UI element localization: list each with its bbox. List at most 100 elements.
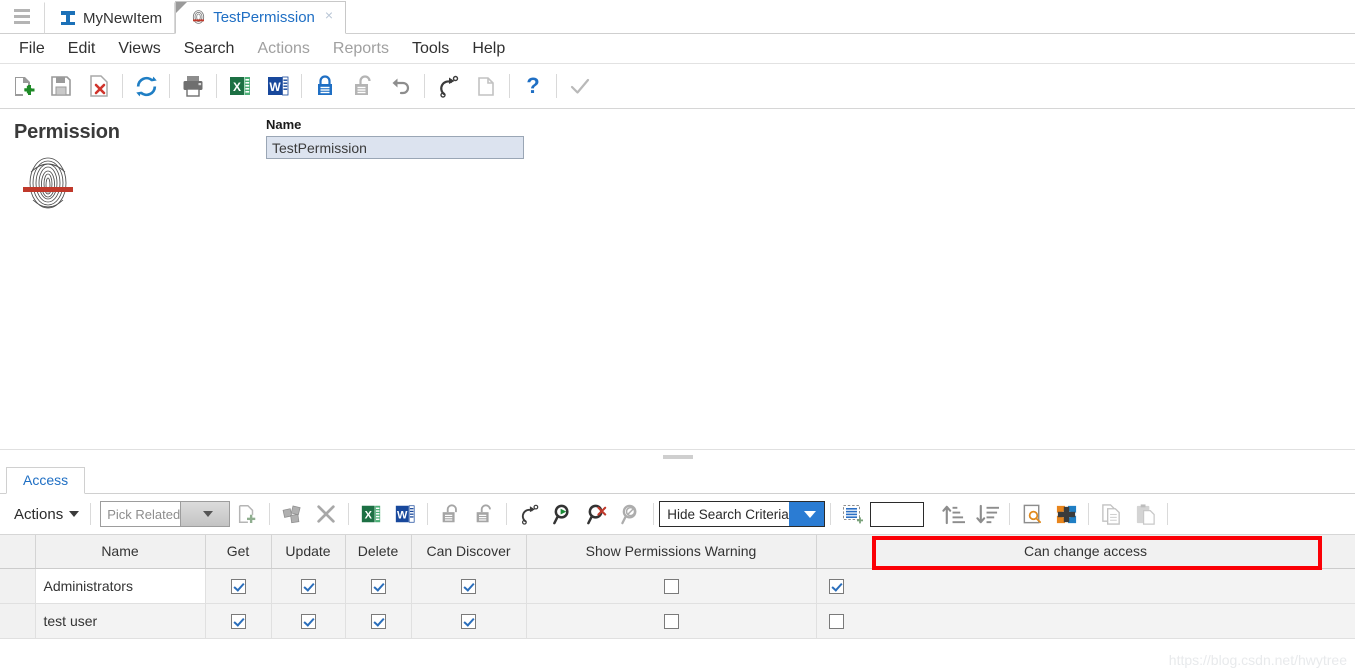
menu-item-views[interactable]: Views: [107, 37, 171, 61]
redo-icon[interactable]: [429, 67, 467, 105]
chevron-down-icon[interactable]: [788, 502, 825, 526]
pivot-grid-icon[interactable]: [1049, 497, 1083, 531]
cell-get[interactable]: [205, 568, 272, 604]
actions-dropdown-button[interactable]: Actions: [8, 504, 85, 525]
checkbox-get[interactable]: [230, 613, 246, 629]
copy-page-icon[interactable]: [467, 67, 505, 105]
hamburger-bar: [14, 9, 30, 12]
insert-rows-icon[interactable]: [836, 497, 870, 531]
menu-item-file[interactable]: File: [8, 37, 56, 61]
checkbox-show-permissions-warning[interactable]: [663, 578, 679, 594]
cell-delete[interactable]: [345, 568, 412, 604]
close-icon[interactable]: ×: [325, 8, 333, 22]
tab-access[interactable]: Access: [6, 467, 86, 494]
paste-icon[interactable]: [1128, 497, 1162, 531]
checkbox-get[interactable]: [230, 578, 246, 594]
table-row[interactable]: test user: [0, 603, 1355, 639]
hamburger-bar: [14, 15, 30, 18]
help-question-icon[interactable]: ?: [514, 67, 552, 105]
search-clear-icon[interactable]: [580, 497, 614, 531]
menu-item-edit[interactable]: Edit: [57, 37, 107, 61]
checkbox-can-discover[interactable]: [461, 613, 476, 629]
cell-update[interactable]: [271, 603, 346, 639]
checkbox-can-change-access[interactable]: [828, 613, 844, 629]
cell-delete[interactable]: [345, 603, 412, 639]
unlock-icon[interactable]: [344, 67, 382, 105]
checkbox-can-change-access[interactable]: [828, 578, 844, 594]
checkbox-show-permissions-warning[interactable]: [663, 613, 679, 629]
sort-descending-icon[interactable]: [970, 497, 1004, 531]
copy-icon[interactable]: [1094, 497, 1128, 531]
window-tab-mynewitem[interactable]: MyNewItem: [44, 2, 176, 34]
cell-get[interactable]: [205, 603, 272, 639]
find-in-page-icon[interactable]: [1015, 497, 1049, 531]
cell-can-change-access[interactable]: [816, 568, 1355, 604]
search-run-icon[interactable]: [546, 497, 580, 531]
checkbox-can-discover[interactable]: [461, 578, 476, 594]
cell-can-discover[interactable]: [411, 568, 527, 604]
hamburger-bar: [14, 21, 30, 24]
add-row-icon[interactable]: [230, 497, 264, 531]
row-selector[interactable]: [0, 568, 36, 604]
name-input[interactable]: [266, 136, 524, 159]
cell-can-change-access[interactable]: [816, 603, 1355, 639]
filter-text-input[interactable]: [870, 501, 925, 527]
checkbox-delete[interactable]: [370, 613, 386, 629]
lock-icon[interactable]: [433, 497, 467, 531]
menu-item-search[interactable]: Search: [173, 37, 246, 61]
table-header-row: Name Get Update Delete Can Discover Show…: [0, 535, 1355, 569]
checkbox-update[interactable]: [300, 578, 316, 594]
menu-item-actions: Actions: [257, 39, 310, 57]
checkbox-update[interactable]: [300, 613, 316, 629]
export-excel-icon[interactable]: X: [221, 67, 259, 105]
refresh-icon[interactable]: [127, 67, 165, 105]
pick-related-select[interactable]: Pick Related: [100, 501, 231, 527]
column-header-get[interactable]: Get: [205, 535, 272, 569]
svg-text:W: W: [397, 510, 408, 522]
new-item-icon[interactable]: [4, 67, 42, 105]
lock-icon[interactable]: [306, 67, 344, 105]
column-header-name[interactable]: Name: [35, 535, 206, 569]
grid-toolbar: Actions Pick Related X W Hide Search Cri…: [0, 494, 1355, 535]
toolbar-separator: [169, 74, 170, 98]
access-table: Name Get Update Delete Can Discover Show…: [0, 535, 1355, 639]
export-word-icon[interactable]: W: [259, 67, 297, 105]
menu-item-help[interactable]: Help: [461, 37, 516, 61]
save-icon[interactable]: [42, 67, 80, 105]
redo-icon[interactable]: [512, 497, 546, 531]
toolbar-separator: [348, 503, 350, 525]
undo-icon[interactable]: [382, 67, 420, 105]
toolbar-separator: [122, 74, 123, 98]
panel-splitter[interactable]: [0, 449, 1355, 466]
relate-icon[interactable]: [275, 497, 309, 531]
checkbox-delete[interactable]: [370, 578, 386, 594]
window-tab-testpermission[interactable]: TestPermission ×: [175, 1, 347, 34]
fingerprint-icon: [190, 9, 207, 26]
cell-show-permissions-warning[interactable]: [526, 603, 817, 639]
table-row[interactable]: Administrators: [0, 568, 1355, 604]
column-header-can-discover[interactable]: Can Discover: [411, 535, 527, 569]
cell-show-permissions-warning[interactable]: [526, 568, 817, 604]
hide-search-criteria-select[interactable]: Hide Search Criteria: [659, 501, 826, 527]
export-excel-icon[interactable]: X: [354, 497, 388, 531]
menu-item-tools[interactable]: Tools: [401, 37, 460, 61]
sort-ascending-icon[interactable]: [936, 497, 970, 531]
cell-update[interactable]: [271, 568, 346, 604]
ibeam-logo-icon: [59, 10, 77, 26]
watermark: https://blog.csdn.net/hwytree: [1168, 652, 1347, 668]
column-header-update[interactable]: Update: [271, 535, 346, 569]
panel-tab-bar: Access: [0, 466, 1355, 494]
row-selector[interactable]: [0, 603, 36, 639]
export-word-icon[interactable]: W: [388, 497, 422, 531]
column-header-show-permissions-warning[interactable]: Show Permissions Warning: [526, 535, 817, 569]
hamburger-menu-icon[interactable]: [0, 0, 44, 33]
cell-can-discover[interactable]: [411, 603, 527, 639]
delete-icon[interactable]: [80, 67, 118, 105]
remove-x-icon[interactable]: [309, 497, 343, 531]
column-header-can-change-access[interactable]: Can change access: [816, 535, 1355, 569]
column-header-delete[interactable]: Delete: [345, 535, 412, 569]
chevron-down-icon[interactable]: [180, 502, 230, 526]
unlock-icon[interactable]: [467, 497, 501, 531]
print-icon[interactable]: [174, 67, 212, 105]
row-selector-header[interactable]: [0, 535, 36, 569]
